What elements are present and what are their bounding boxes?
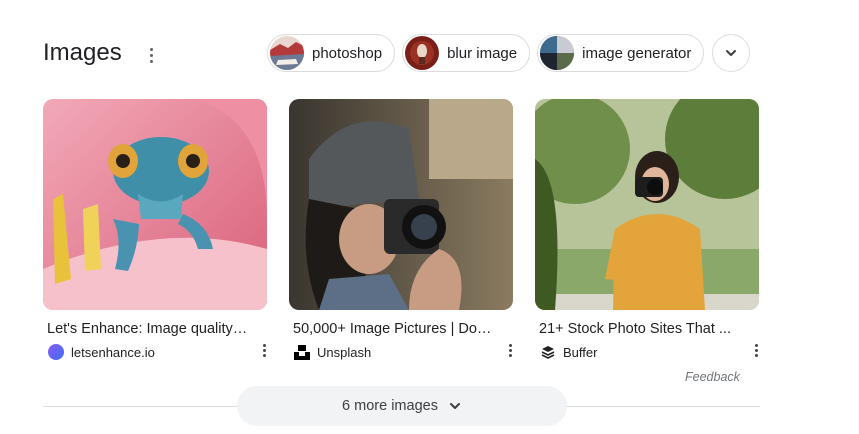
letsenhance-favicon-icon bbox=[47, 343, 65, 361]
chip-blur-image[interactable]: blur image bbox=[402, 34, 531, 72]
blur-image-thumbnail-icon bbox=[405, 36, 440, 70]
result-image-camera-beanie[interactable] bbox=[289, 99, 513, 310]
more-options-icon[interactable] bbox=[145, 42, 157, 68]
chip-label: photoshop bbox=[312, 44, 383, 62]
chip-image-generator[interactable]: image generator bbox=[537, 34, 705, 72]
result-title[interactable]: Let's Enhance: Image quality… bbox=[43, 320, 263, 338]
result-source[interactable]: letsenhance.io bbox=[43, 343, 267, 361]
source-name: Unsplash bbox=[317, 344, 372, 360]
chevron-down-icon bbox=[726, 50, 737, 56]
source-name: Buffer bbox=[563, 344, 598, 360]
image-results: Let's Enhance: Image quality… letsenhanc… bbox=[43, 99, 759, 361]
image-generator-thumbnail-icon bbox=[540, 36, 575, 70]
image-result-card: 50,000+ Image Pictures | Do… Unsplash bbox=[289, 99, 513, 361]
expand-chips-button[interactable] bbox=[712, 34, 751, 72]
result-source[interactable]: Unsplash bbox=[289, 343, 513, 361]
source-name: letsenhance.io bbox=[71, 344, 155, 360]
feedback-link[interactable]: Feedback bbox=[685, 370, 740, 384]
section-title: Images bbox=[43, 39, 122, 66]
chip-label: blur image bbox=[447, 44, 518, 62]
unsplash-favicon-icon bbox=[293, 343, 311, 361]
chevron-down-icon bbox=[449, 403, 460, 409]
chip-label: image generator bbox=[582, 44, 692, 62]
image-result-card: Let's Enhance: Image quality… letsenhanc… bbox=[43, 99, 267, 361]
result-more-options-icon[interactable] bbox=[751, 342, 761, 358]
result-image-woman-camera[interactable] bbox=[535, 99, 759, 310]
result-source[interactable]: Buffer bbox=[535, 343, 759, 361]
chip-photoshop[interactable]: photoshop bbox=[267, 34, 396, 72]
related-chips: photoshop blur image image generator bbox=[267, 34, 751, 72]
result-title[interactable]: 21+ Stock Photo Sites That ... bbox=[535, 320, 755, 338]
result-title[interactable]: 50,000+ Image Pictures | Do… bbox=[289, 320, 509, 338]
more-images-button[interactable]: 6 more images bbox=[237, 386, 567, 426]
result-image-chameleon[interactable] bbox=[43, 99, 267, 310]
result-more-options-icon[interactable] bbox=[505, 342, 515, 358]
photoshop-thumbnail-icon bbox=[270, 36, 304, 70]
image-result-card: 21+ Stock Photo Sites That ... Buffer bbox=[535, 99, 759, 361]
more-images-label: 6 more images bbox=[342, 398, 438, 414]
buffer-favicon-icon bbox=[539, 343, 557, 361]
result-more-options-icon[interactable] bbox=[259, 342, 269, 358]
images-header: Images photoshop blur image image genera… bbox=[43, 34, 763, 74]
